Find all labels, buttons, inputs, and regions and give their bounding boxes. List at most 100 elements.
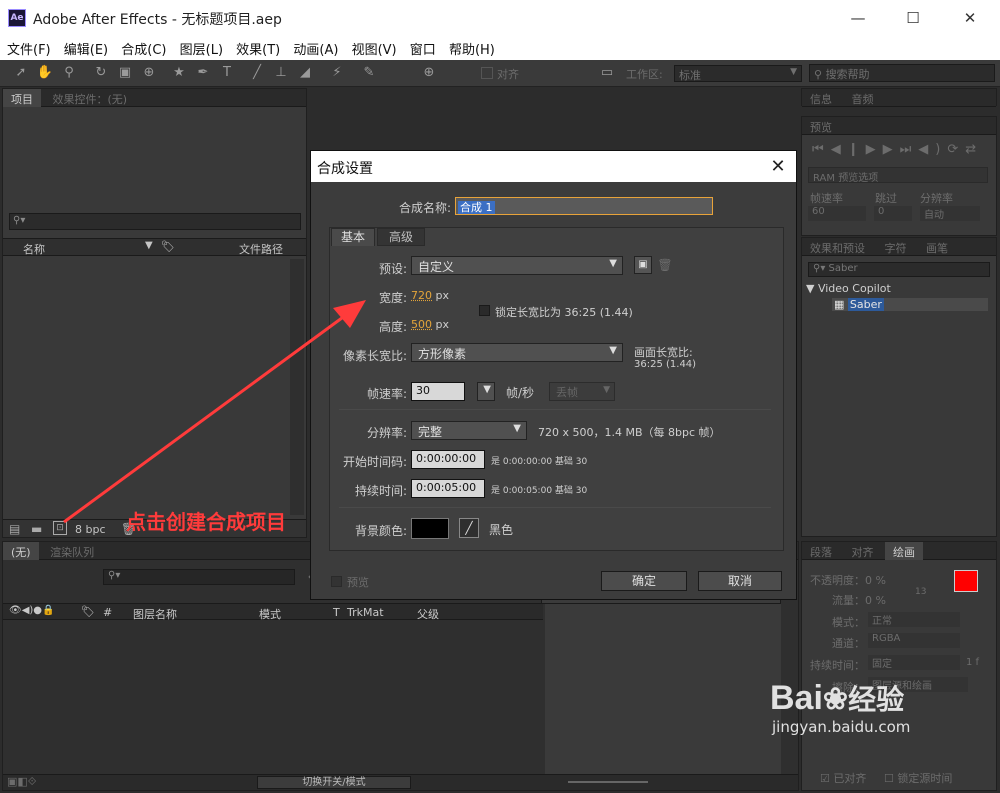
tab-render-queue[interactable]: 渲染队列 — [42, 542, 102, 560]
timeline-search-input[interactable]: ⚲▾ — [103, 569, 295, 585]
search-icon: ⚲▾ — [813, 263, 829, 274]
menu-effect[interactable]: 效果(T) — [236, 36, 280, 58]
paint-mode-select[interactable]: 正常 — [868, 612, 960, 627]
pan-behind-tool-icon[interactable]: ⊕ — [140, 65, 158, 81]
roto-brush-tool-icon[interactable]: ⚡ — [328, 65, 346, 81]
hand-tool-icon[interactable]: ✋ — [36, 65, 54, 81]
menu-file[interactable]: 文件(F) — [7, 36, 51, 58]
selection-tool-icon[interactable]: ➚ — [12, 65, 30, 81]
project-search-input[interactable]: ⚲▾ — [9, 213, 301, 230]
resolution-select[interactable]: 完整 ▼ — [411, 421, 527, 440]
align-label: 对齐 — [497, 68, 519, 81]
project-scrollbar[interactable] — [290, 259, 304, 515]
eyedropper-button[interactable]: ╱ — [459, 518, 479, 538]
tab-none[interactable]: (无) — [3, 542, 39, 560]
background-color-label: 背景颜色: — [354, 524, 407, 538]
foreground-color-swatch[interactable] — [954, 570, 978, 592]
av-switches-icon[interactable]: 👁◀)●🔒 — [9, 605, 54, 616]
toggle-switches-modes-button[interactable]: 切换开关/模式 — [257, 776, 411, 789]
playback-controls[interactable]: ⏮◀❙▶▶⏭◀)⟳⇄ — [812, 142, 983, 157]
tab-paragraph[interactable]: 段落 — [802, 542, 840, 560]
zoom-slider[interactable] — [568, 781, 648, 783]
width-field[interactable]: 720 px — [411, 289, 449, 302]
tab-character[interactable]: 字符 — [877, 238, 915, 256]
tab-align[interactable]: 对齐 — [844, 542, 882, 560]
menu-help[interactable]: 帮助(H) — [449, 36, 495, 58]
menu-layer[interactable]: 图层(L) — [180, 36, 223, 58]
brush-tool-icon[interactable]: ╱ — [248, 65, 266, 81]
preview-checkbox[interactable] — [331, 576, 342, 587]
tab-advanced[interactable]: 高级 — [377, 228, 425, 246]
menu-view[interactable]: 视图(V) — [352, 36, 397, 58]
ok-button[interactable]: 确定 — [601, 571, 687, 591]
new-composition-icon[interactable]: ⊡ — [53, 521, 67, 535]
paint-duration-select[interactable]: 固定 — [868, 655, 960, 670]
channel-select[interactable]: RGBA — [868, 633, 960, 648]
pen-tool-icon[interactable]: ✒ — [194, 65, 212, 81]
comp-name-input[interactable]: 合成 1 — [455, 197, 713, 215]
menu-window[interactable]: 窗口 — [410, 36, 436, 58]
ram-preview-select[interactable]: RAM 预览选项 — [808, 167, 988, 184]
dialog-close-button[interactable]: ✕ — [763, 154, 793, 180]
zoom-tool-icon[interactable]: ⚲ — [60, 65, 78, 81]
timeline-footer-icons[interactable]: ▣◧⟐ — [7, 775, 36, 789]
lock-source-time-checkbox[interactable]: ☐ 锁定源时间 — [884, 770, 952, 786]
menu-edit[interactable]: 编辑(E) — [64, 36, 108, 58]
minimize-button[interactable]: — — [835, 4, 881, 32]
timeline-track-area[interactable] — [545, 604, 781, 774]
workspace-select[interactable]: 标准 ▼ — [674, 65, 802, 82]
tab-basic[interactable]: 基本 — [331, 228, 375, 246]
pixel-aspect-select[interactable]: 方形像素 ▼ — [411, 343, 623, 362]
tree-item-saber[interactable]: ▦ Saber — [832, 298, 988, 311]
height-field[interactable]: 500 px — [411, 318, 449, 331]
tab-paint[interactable]: 绘画 — [885, 542, 923, 560]
tab-info[interactable]: 信息 — [802, 89, 840, 107]
preview-skip-select[interactable]: 0 — [874, 206, 912, 221]
menu-animation[interactable]: 动画(A) — [293, 36, 338, 58]
clone-stamp-tool-icon[interactable]: ⊥ — [272, 65, 290, 81]
column-file-path[interactable]: 文件路径 — [239, 241, 283, 257]
menu-composition[interactable]: 合成(C) — [121, 36, 166, 58]
align-checkbox[interactable] — [481, 67, 493, 79]
tab-effects-presets[interactable]: 效果和预设 — [802, 238, 873, 256]
new-folder-icon[interactable]: ▬ — [31, 522, 42, 536]
type-tool-icon[interactable]: T — [218, 65, 236, 81]
help-search-input[interactable]: ⚲ 搜索帮助 — [809, 64, 995, 82]
tab-brushes[interactable]: 画笔 — [918, 238, 956, 256]
start-timecode-input[interactable]: 0:00:00:00 — [411, 450, 485, 469]
sort-icon[interactable]: ▼ — [145, 240, 153, 251]
preview-framerate-select[interactable]: 60 — [808, 206, 866, 221]
effects-search-input[interactable]: ⚲▾ Saber — [808, 262, 990, 277]
column-name[interactable]: 名称 — [23, 241, 45, 257]
rotate-tool-icon[interactable]: ↻ — [92, 65, 110, 81]
label-tag-icon[interactable]: 🏷 — [81, 605, 95, 618]
tree-group-video-copilot[interactable]: ▼ Video Copilot — [806, 282, 891, 295]
bit-depth[interactable]: 8 bpc — [75, 523, 106, 536]
framerate-input[interactable]: 30 — [411, 382, 465, 401]
duration-input[interactable]: 0:00:05:00 — [411, 479, 485, 498]
aligned-checkbox[interactable]: ☑ 已对齐 — [820, 770, 866, 786]
project-columns: 名称 ▼ 🏷 文件路径 — [3, 238, 306, 256]
tab-effect-controls[interactable]: 效果控件：(无) — [45, 89, 136, 107]
interpret-footage-icon[interactable]: ▤ — [9, 522, 20, 536]
maximize-button[interactable]: ☐ — [890, 4, 936, 32]
tab-preview[interactable]: 预览 — [802, 117, 840, 135]
tab-project[interactable]: 项目 — [3, 89, 41, 107]
lock-aspect-checkbox[interactable] — [479, 305, 490, 316]
save-preset-button[interactable]: ▣ — [634, 256, 652, 274]
close-window-button[interactable]: ✕ — [947, 4, 993, 32]
axis-mode-icon[interactable]: ⊕ — [420, 65, 438, 81]
delete-preset-button[interactable]: 🗑 — [657, 256, 673, 274]
tab-audio[interactable]: 音频 — [844, 89, 882, 107]
camera-tool-icon[interactable]: ▣ — [116, 65, 134, 81]
eraser-tool-icon[interactable]: ◢ — [296, 65, 314, 81]
puppet-tool-icon[interactable]: ✎ — [360, 65, 378, 81]
preview-resolution-select[interactable]: 自动 — [920, 206, 980, 221]
cancel-button[interactable]: 取消 — [698, 571, 782, 591]
shape-tool-icon[interactable]: ★ — [170, 65, 188, 81]
preset-select[interactable]: 自定义 ▼ — [411, 256, 623, 275]
framerate-dropdown[interactable]: ▼ — [477, 382, 495, 401]
label-tag-icon[interactable]: 🏷 — [161, 240, 175, 253]
background-color-swatch[interactable] — [411, 518, 449, 539]
workspace-value: 标准 — [679, 69, 701, 82]
